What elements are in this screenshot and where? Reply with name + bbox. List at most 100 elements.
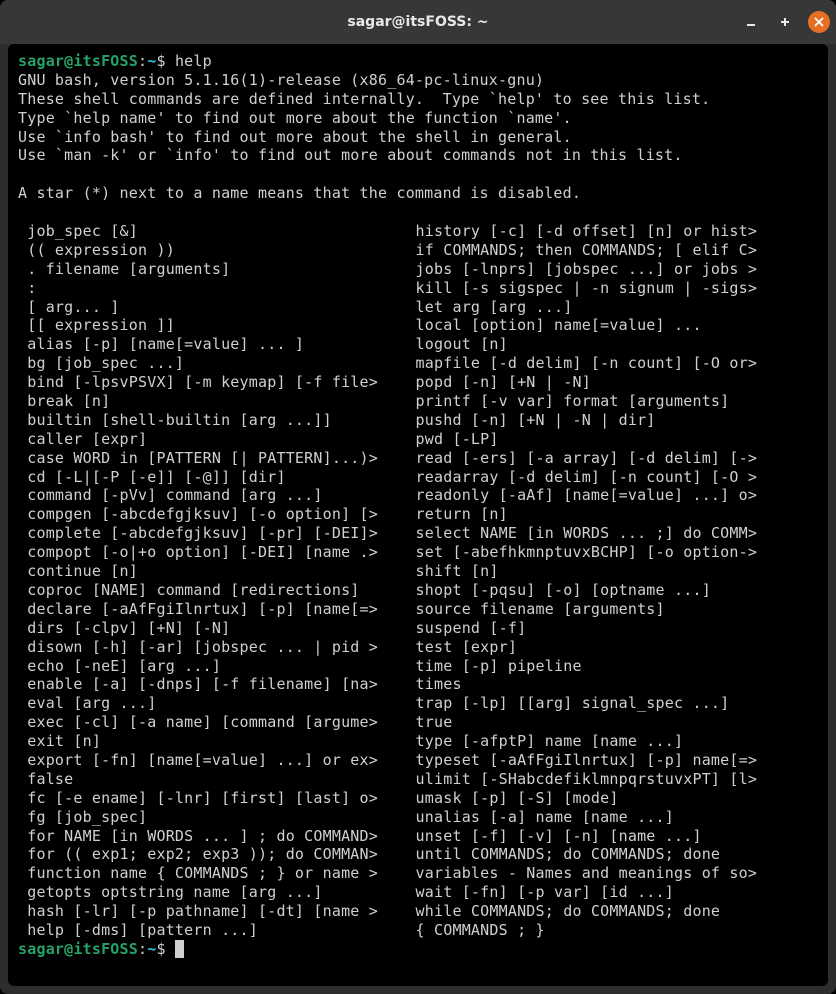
builtin-row: command [-pVv] command [arg ...] readonl… — [18, 486, 818, 505]
prompt-separator: : — [138, 940, 147, 958]
builtin-row: help [-dms] [pattern ...] { COMMANDS ; } — [18, 921, 818, 940]
output-line: Use `man -k' or `info' to find out more … — [18, 146, 683, 164]
builtin-row: fc [-e ename] [-lnr] [first] [last] o> u… — [18, 789, 818, 808]
builtin-right: until COMMANDS; do COMMANDS; done — [406, 845, 720, 864]
builtin-right: pushd [-n] [+N | -N | dir] — [406, 411, 655, 430]
builtin-right: popd [-n] [+N | -N] — [406, 373, 591, 392]
builtin-right: trap [-lp] [[arg] signal_spec ...] — [406, 694, 729, 713]
builtin-right: if COMMANDS; then COMMANDS; [ elif C> — [406, 241, 757, 260]
builtin-row: disown [-h] [-ar] [jobspec ... | pid > t… — [18, 638, 818, 657]
builtin-left: bg [job_spec ...] — [18, 354, 406, 373]
builtin-left: for NAME [in WORDS ... ] ; do COMMAND> — [18, 827, 406, 846]
builtin-left: false — [18, 770, 406, 789]
output-line: These shell commands are defined interna… — [18, 90, 710, 108]
prompt-dollar: $ — [156, 940, 165, 958]
builtin-right: let arg [arg ...] — [406, 298, 572, 317]
builtin-left: alias [-p] [name[=value] ... ] — [18, 335, 406, 354]
builtin-row: [ arg... ] let arg [arg ...] — [18, 298, 818, 317]
builtin-left: function name { COMMANDS ; } or name > — [18, 864, 406, 883]
builtin-left: (( expression )) — [18, 241, 406, 260]
builtin-row: function name { COMMANDS ; } or name > v… — [18, 864, 818, 883]
titlebar[interactable]: sagar@itsFOSS: ~ — [0, 0, 836, 44]
builtin-left: export [-fn] [name[=value] ...] or ex> — [18, 751, 406, 770]
builtin-left: continue [n] — [18, 562, 406, 581]
builtin-left: complete [-abcdefgjksuv] [-pr] [-DEI]> — [18, 524, 406, 543]
builtin-right: test [expr] — [406, 638, 517, 657]
builtin-row: echo [-neE] [arg ...] time [-p] pipeline — [18, 657, 818, 676]
builtin-left: cd [-L|[-P [-e]] [-@]] [dir] — [18, 468, 406, 487]
builtin-right: shift [n] — [406, 562, 498, 581]
builtin-left: caller [expr] — [18, 430, 406, 449]
prompt-user: sagar@itsFOSS — [18, 52, 138, 70]
builtin-row: . filename [arguments] jobs [-lnprs] [jo… — [18, 260, 818, 279]
builtin-row: continue [n] shift [n] — [18, 562, 818, 581]
builtin-right: printf [-v var] format [arguments] — [406, 392, 729, 411]
builtin-row: export [-fn] [name[=value] ...] or ex> t… — [18, 751, 818, 770]
builtin-right: readonly [-aAf] [name[=value] ...] o> — [406, 486, 757, 505]
builtin-right: kill [-s sigspec | -n signum | -sigs> — [406, 279, 757, 298]
builtin-row: fg [job_spec] unalias [-a] name [name ..… — [18, 808, 818, 827]
cursor — [175, 940, 184, 958]
builtin-left: fg [job_spec] — [18, 808, 406, 827]
builtin-row: for NAME [in WORDS ... ] ; do COMMAND> u… — [18, 827, 818, 846]
builtin-left: eval [arg ...] — [18, 694, 406, 713]
maximize-button[interactable] — [774, 11, 796, 33]
builtin-row: complete [-abcdefgjksuv] [-pr] [-DEI]> s… — [18, 524, 818, 543]
builtin-left: dirs [-clpv] [+N] [-N] — [18, 619, 406, 638]
builtin-list: job_spec [&] history [-c] [-d offset] [n… — [18, 222, 818, 940]
builtin-row: hash [-lr] [-p pathname] [-dt] [name > w… — [18, 902, 818, 921]
builtin-right: shopt [-pqsu] [-o] [optname ...] — [406, 581, 711, 600]
builtin-row: for (( exp1; exp2; exp3 )); do COMMAN> u… — [18, 845, 818, 864]
maximize-icon — [779, 16, 791, 28]
builtin-row: job_spec [&] history [-c] [-d offset] [n… — [18, 222, 818, 241]
builtin-row: bind [-lpsvPSVX] [-m keymap] [-f file> p… — [18, 373, 818, 392]
builtin-row: case WORD in [PATTERN [| PATTERN]...)> r… — [18, 449, 818, 468]
builtin-left: help [-dms] [pattern ...] — [18, 921, 406, 940]
minimize-button[interactable] — [740, 11, 762, 33]
window-title: sagar@itsFOSS: ~ — [347, 14, 488, 30]
builtin-right: mapfile [-d delim] [-n count] [-O or> — [406, 354, 757, 373]
builtin-left: compgen [-abcdefgjksuv] [-o option] [> — [18, 505, 406, 524]
builtin-right: history [-c] [-d offset] [n] or hist> — [406, 222, 757, 241]
builtin-row: dirs [-clpv] [+N] [-N] suspend [-f] — [18, 619, 818, 638]
minimize-icon — [745, 16, 757, 28]
output-line: Type `help name' to find out more about … — [18, 109, 572, 127]
builtin-right: logout [n] — [406, 335, 508, 354]
builtin-left: case WORD in [PATTERN [| PATTERN]...)> — [18, 449, 406, 468]
builtin-row: caller [expr] pwd [-LP] — [18, 430, 818, 449]
prompt-user: sagar@itsFOSS — [18, 940, 138, 958]
builtin-left: declare [-aAfFgiIlnrtux] [-p] [name[=> — [18, 600, 406, 619]
builtin-right: readarray [-d delim] [-n count] [-O > — [406, 468, 757, 487]
builtin-row: declare [-aAfFgiIlnrtux] [-p] [name[=> s… — [18, 600, 818, 619]
builtin-row: : kill [-s sigspec | -n signum | -sigs> — [18, 279, 818, 298]
builtin-row: bg [job_spec ...] mapfile [-d delim] [-n… — [18, 354, 818, 373]
builtin-left: [ arg... ] — [18, 298, 406, 317]
builtin-right: umask [-p] [-S] [mode] — [406, 789, 618, 808]
builtin-left: : — [18, 279, 406, 298]
output-line: Use `info bash' to find out more about t… — [18, 128, 572, 146]
terminal-content[interactable]: sagar@itsFOSS:~$ help GNU bash, version … — [8, 44, 828, 986]
builtin-left: exit [n] — [18, 732, 406, 751]
builtin-left: for (( exp1; exp2; exp3 )); do COMMAN> — [18, 845, 406, 864]
terminal-window: sagar@itsFOSS: ~ sagar@itsFOSS:~$ help G… — [0, 0, 836, 994]
builtin-left: job_spec [&] — [18, 222, 406, 241]
builtin-left: coproc [NAME] command [redirections] — [18, 581, 406, 600]
builtin-left: hash [-lr] [-p pathname] [-dt] [name > — [18, 902, 406, 921]
builtin-left: fc [-e ename] [-lnr] [first] [last] o> — [18, 789, 406, 808]
builtin-right: unalias [-a] name [name ...] — [406, 808, 674, 827]
builtin-left: enable [-a] [-dnps] [-f filename] [na> — [18, 675, 406, 694]
builtin-left: command [-pVv] command [arg ...] — [18, 486, 406, 505]
builtin-row: break [n] printf [-v var] format [argume… — [18, 392, 818, 411]
builtin-right: select NAME [in WORDS ... ;] do COMM> — [406, 524, 757, 543]
close-button[interactable] — [808, 11, 830, 33]
builtin-left: builtin [shell-builtin [arg ...]] — [18, 411, 406, 430]
output-line: A star (*) next to a name means that the… — [18, 184, 581, 202]
builtin-left: break [n] — [18, 392, 406, 411]
command-input: help — [175, 52, 212, 70]
builtin-row: cd [-L|[-P [-e]] [-@]] [dir] readarray [… — [18, 468, 818, 487]
builtin-row: false ulimit [-SHabcdefiklmnpqrstuvxPT] … — [18, 770, 818, 789]
builtin-left: exec [-cl] [-a name] [command [argume> — [18, 713, 406, 732]
builtin-left: bind [-lpsvPSVX] [-m keymap] [-f file> — [18, 373, 406, 392]
builtin-left: getopts optstring name [arg ...] — [18, 883, 406, 902]
builtin-right: jobs [-lnprs] [jobspec ...] or jobs > — [406, 260, 757, 279]
